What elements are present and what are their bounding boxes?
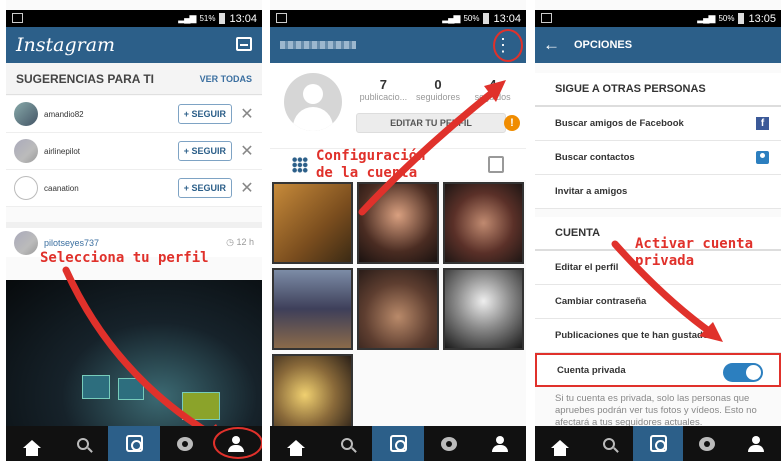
camera-icon xyxy=(649,435,667,452)
nav-activity[interactable] xyxy=(160,426,211,461)
bottom-nav xyxy=(270,426,526,461)
nav-activity[interactable] xyxy=(683,426,732,461)
annotation-circle xyxy=(213,427,262,459)
nav-camera[interactable] xyxy=(372,426,424,461)
profile-icon xyxy=(748,435,765,452)
nav-activity[interactable] xyxy=(424,426,475,461)
annotation-arrow xyxy=(62,266,228,446)
nav-search[interactable] xyxy=(321,426,372,461)
nav-profile[interactable] xyxy=(732,426,781,461)
home-icon xyxy=(550,439,569,456)
nav-search[interactable] xyxy=(584,426,633,461)
annotation-arrow xyxy=(611,240,723,342)
activity-icon xyxy=(177,436,194,451)
activity-icon xyxy=(441,436,458,451)
nav-search[interactable] xyxy=(57,426,108,461)
home-icon xyxy=(22,439,41,456)
search-icon xyxy=(602,437,615,450)
annotation-arrow xyxy=(358,80,506,216)
activity-icon xyxy=(699,436,716,451)
options-screen: ▂▄▆ 50% 13:05 ← OPCIONES SIGUE A OTRAS P… xyxy=(535,0,781,461)
feed-screen: ▂▄▆ 51% 13:04 Instagram SUGERENCIAS PARA… xyxy=(6,0,262,461)
home-icon xyxy=(286,439,305,456)
nav-camera[interactable] xyxy=(108,426,160,461)
search-icon xyxy=(340,437,353,450)
profile-icon xyxy=(492,435,509,452)
nav-home[interactable] xyxy=(270,426,321,461)
nav-camera[interactable] xyxy=(633,426,683,461)
camera-icon xyxy=(125,435,143,452)
camera-icon xyxy=(389,435,407,452)
profile-screen: ▂▄▆ 50% 13:04 ⋮ 7 publicacio... 0 seguid… xyxy=(270,0,526,461)
nav-profile[interactable] xyxy=(475,426,526,461)
bottom-nav xyxy=(535,426,781,461)
search-icon xyxy=(76,437,89,450)
nav-home[interactable] xyxy=(535,426,584,461)
nav-home[interactable] xyxy=(6,426,57,461)
